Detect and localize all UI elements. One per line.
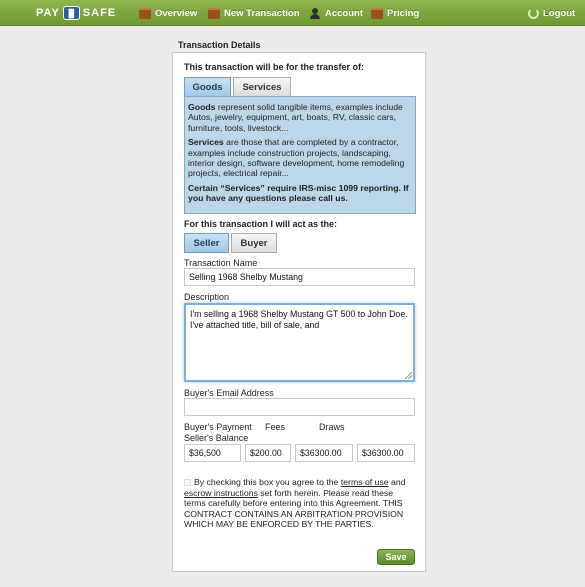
bank-icon: ▐▌ [65,8,77,18]
description-label: Description [184,292,230,302]
buyer-toggle[interactable]: Buyer [231,233,277,253]
logout-label: Logout [543,7,576,19]
goods-description: Goods represent solid tangible items, ex… [188,102,412,133]
irs-note-text: Certain “Services” require IRS-misc 1099… [188,182,409,204]
logo-pay-text: PAY [36,7,60,19]
save-button[interactable]: Save [377,549,415,565]
sellers-balance-field: $36300.00 [357,444,415,462]
escrow-instructions-link[interactable]: escrow instructions [184,488,258,498]
terms-agreement: By checking this box you agree to the te… [184,477,416,530]
logout-link[interactable]: Logout [528,6,575,20]
briefcase-icon [371,7,383,19]
goods-text: represent solid tangible items, examples… [188,102,403,133]
services-toggle[interactable]: Services [233,77,291,97]
bank-shield-icon: ▐▌ [62,6,80,20]
nav-new-transaction[interactable]: New Transaction [208,6,300,20]
logo-safe-text: SAFE [82,7,117,19]
transfer-info-box: Goods represent solid tangible items, ex… [184,96,416,214]
briefcase-icon [139,7,151,19]
nav-account[interactable]: Account [309,6,363,20]
transaction-name-input[interactable]: Selling 1968 Shelby Mustang [184,268,415,286]
section-title: Transaction Details [178,40,261,50]
nav-pricing-label: Pricing [387,7,420,19]
sellers-balance-label: Seller's Balance [184,433,249,443]
draws-label: Draws [319,422,345,432]
buyer-payment-input[interactable]: $36,500 [184,444,241,462]
transaction-name-label: Transaction Name [184,258,258,268]
buyer-email-input[interactable] [184,398,415,416]
goods-toggle[interactable]: Goods [184,77,231,97]
power-icon [528,7,539,19]
paysafe-logo[interactable]: PAY ▐▌ SAFE [36,6,116,20]
nav-account-label: Account [325,7,363,19]
buyer-email-label: Buyer's Email Address [184,388,274,398]
irs-note: Certain “Services” require IRS-misc 1099… [188,183,412,204]
resize-grip-icon[interactable] [405,372,412,379]
role-prompt: For this transaction I will act as the: [184,219,338,229]
nav-overview-label: Overview [155,7,198,19]
agree-checkbox[interactable] [184,479,191,486]
transaction-form-card: This transaction will be for the transfe… [172,52,426,572]
terms-of-use-link[interactable]: terms of use [341,477,389,487]
fees-label: Fees [265,422,286,432]
services-description: Services are those that are completed by… [188,137,412,179]
draws-field: $36300.00 [295,444,353,462]
description-text: I'm selling a 1968 Shelby Mustang GT 500… [190,309,408,330]
buyer-payment-label: Buyer's Payment [184,422,252,432]
nav-pricing[interactable]: Pricing [371,6,419,20]
top-nav-bar: PAY ▐▌ SAFE Overview New Transaction Acc… [0,0,585,26]
transfer-prompt: This transaction will be for the transfe… [184,62,365,72]
nav-overview[interactable]: Overview [139,6,197,20]
description-textarea[interactable]: I'm selling a 1968 Shelby Mustang GT 500… [184,303,415,382]
fees-field: $200.00 [245,444,291,462]
terms-mid-text: and [388,477,406,487]
services-term: Services [188,137,224,148]
terms-pre-text: By checking this box you agree to the [194,477,341,487]
user-icon [309,7,321,19]
goods-term: Goods [188,102,216,112]
nav-new-transaction-label: New Transaction [224,7,300,19]
seller-toggle[interactable]: Seller [184,233,229,253]
briefcase-icon [208,7,220,19]
